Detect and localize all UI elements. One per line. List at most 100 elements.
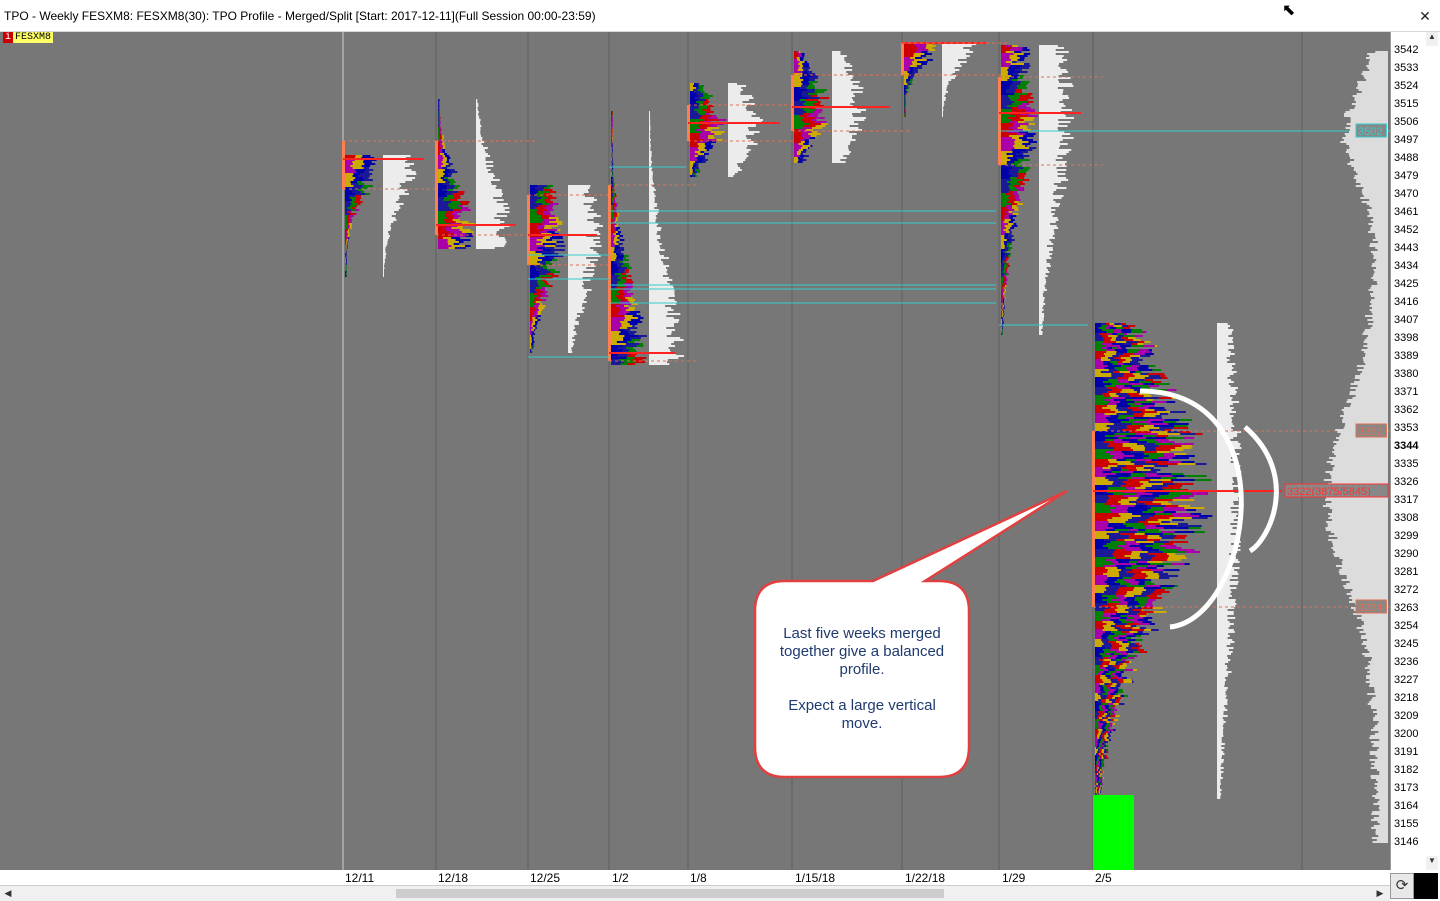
- tpo-bar: [1127, 411, 1142, 413]
- scroll-thumb[interactable]: [396, 889, 944, 898]
- volume-bar: [832, 137, 852, 139]
- tpo-bar: [811, 135, 817, 137]
- volume-bar: [832, 95, 855, 97]
- volume-bar: [568, 339, 575, 341]
- price-axis[interactable]: 3542353335243515350634973488347934703461…: [1390, 32, 1439, 870]
- tpo-bar: [611, 295, 615, 297]
- tpo-bar: [1143, 415, 1155, 417]
- tpo-bar: [1107, 697, 1112, 699]
- y-tick-label: 3497: [1394, 134, 1418, 146]
- tpo-bar: [439, 115, 440, 117]
- y-tick-label: 3281: [1394, 566, 1418, 578]
- tpo-bar: [1154, 541, 1169, 543]
- scroll-up-icon[interactable]: ▲: [1426, 32, 1438, 46]
- tpo-bar: [1123, 547, 1140, 549]
- volume-bar: [1039, 205, 1059, 207]
- composite-bar: [1366, 645, 1388, 647]
- chart-canvas[interactable]: 3502335232643322(3875/5845): [0, 32, 1390, 870]
- scroll-left-icon[interactable]: ◀: [2, 886, 14, 901]
- horizontal-scrollbar[interactable]: ◀ ▶: [0, 885, 1390, 901]
- tpo-bar: [439, 105, 440, 107]
- tpo-bar: [1001, 59, 1011, 61]
- tpo-bar: [1104, 353, 1116, 355]
- tpo-bar: [1140, 495, 1159, 497]
- tpo-bar: [811, 119, 816, 121]
- tpo-bar: [1115, 435, 1126, 437]
- tpo-bar: [612, 173, 613, 175]
- close-icon[interactable]: ✕: [1414, 6, 1436, 26]
- tpo-bar: [1167, 485, 1182, 487]
- composite-bar: [1370, 663, 1388, 665]
- tpo-bar: [1001, 295, 1003, 297]
- volume-bar: [1039, 303, 1045, 305]
- tpo-bar: [794, 141, 801, 143]
- volume-bar: [1217, 677, 1225, 679]
- volume-bar: [942, 79, 951, 81]
- tpo-bar: [905, 99, 906, 101]
- composite-bar: [1377, 769, 1388, 771]
- tpo-bar: [615, 259, 623, 261]
- tpo-bar: [1121, 391, 1137, 393]
- tpo-bar: [1140, 427, 1159, 429]
- tpo-bar: [462, 207, 469, 209]
- composite-bar: [1378, 835, 1388, 837]
- info-icon[interactable]: i: [3, 32, 13, 43]
- composite-bar: [1379, 773, 1388, 775]
- tpo-bar: [1106, 729, 1109, 731]
- tpo-bar: [1095, 337, 1104, 339]
- tpo-bar: [1001, 123, 1013, 125]
- tpo-bar: [1195, 433, 1203, 435]
- tpo-bar: [543, 237, 550, 239]
- tpo-chart[interactable]: 3502335232643322(3875/5845): [0, 32, 1390, 870]
- tpo-bar: [1098, 727, 1101, 729]
- volume-bar: [383, 155, 411, 157]
- volume-bar: [1217, 785, 1220, 787]
- tpo-bar: [1138, 583, 1145, 585]
- tpo-bar: [1015, 195, 1020, 197]
- tpo-bar: [1116, 339, 1125, 341]
- tpo-bar: [904, 107, 905, 109]
- tpo-bar: [623, 337, 630, 339]
- tpo-bar: [702, 161, 706, 163]
- tpo-bar: [1119, 513, 1132, 515]
- tpo-bar: [1119, 571, 1127, 573]
- tpo-bar: [1161, 377, 1167, 379]
- tpo-bar: [611, 291, 617, 293]
- tpo-bar: [1095, 619, 1102, 621]
- volume-bar: [728, 129, 749, 131]
- tpo-bar: [438, 127, 439, 129]
- composite-bar: [1333, 469, 1388, 471]
- volume-bar: [1217, 509, 1240, 511]
- tpo-bar: [621, 309, 627, 311]
- tpo-bar: [1103, 741, 1105, 743]
- volume-bar: [649, 141, 650, 143]
- tpo-bar: [611, 347, 617, 349]
- tpo-bar: [535, 321, 538, 323]
- volume-bar: [728, 161, 743, 163]
- volume-bar: [383, 181, 405, 183]
- tpo-bar: [615, 273, 622, 275]
- volume-bar: [1039, 253, 1052, 255]
- scroll-right-icon[interactable]: ▶: [1374, 886, 1386, 901]
- tpo-bar: [705, 113, 710, 115]
- tpo-bar: [1115, 609, 1125, 611]
- tpo-bar: [1095, 551, 1114, 553]
- scroll-down-icon[interactable]: ▼: [1426, 856, 1438, 870]
- tpo-bar: [1095, 483, 1112, 485]
- tpo-bar: [445, 221, 456, 223]
- tpo-bar: [1160, 375, 1165, 377]
- refresh-icon[interactable]: ⟳: [1390, 873, 1414, 899]
- tpo-bar: [440, 131, 441, 133]
- composite-bar: [1373, 719, 1388, 721]
- tpo-bar: [1153, 511, 1164, 513]
- volume-bar: [383, 173, 416, 175]
- tpo-bar: [1112, 343, 1123, 345]
- tpo-bar: [1013, 123, 1029, 125]
- tpo-bar: [1112, 697, 1115, 699]
- volume-bar: [942, 57, 966, 59]
- volume-bar: [649, 309, 674, 311]
- tpo-bar: [1001, 183, 1011, 185]
- tpo-bar: [535, 207, 545, 209]
- tpo-bar: [904, 65, 910, 67]
- composite-bar: [1357, 369, 1388, 371]
